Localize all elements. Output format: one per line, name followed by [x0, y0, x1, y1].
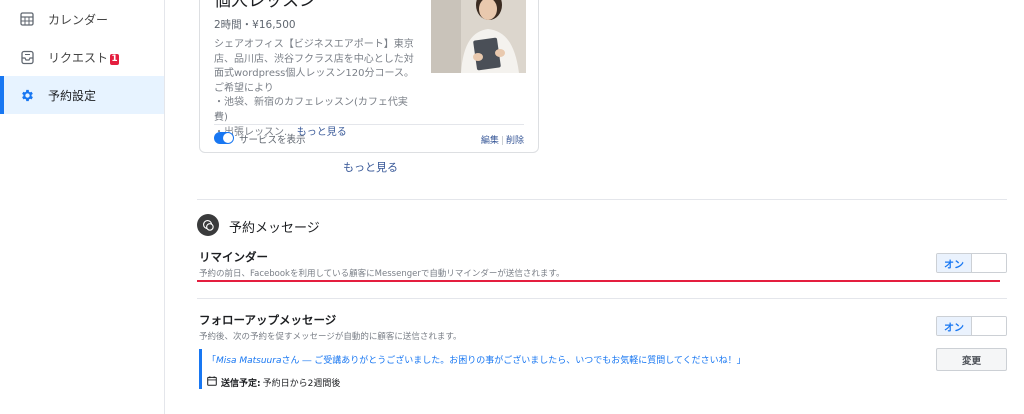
sidebar-item-label: カレンダー: [48, 12, 109, 27]
schedule-value: 予約日から2週間後: [262, 379, 341, 389]
on-option[interactable]: オン: [937, 317, 972, 335]
followup-switch[interactable]: オン: [936, 316, 1007, 336]
highlight-underline: [197, 280, 1000, 282]
service-card: 個人レッスン 2時間・¥16,500 シェアオフィス【ビジネスエアポート】東京店…: [199, 0, 539, 153]
sidebar-item-requests[interactable]: リクエスト 1: [0, 38, 164, 76]
inbox-icon: [19, 49, 35, 65]
active-indicator: [0, 76, 4, 114]
service-photo: [431, 0, 526, 73]
schedule-info: 送信予定: 予約日から2週間後: [207, 376, 340, 389]
followup-message-preview: 「Misa Matsuuraさん ― ご受講ありがとうございました。お困りの事が…: [207, 356, 746, 366]
separator: |: [500, 136, 504, 146]
notification-badge: 1: [110, 53, 120, 65]
off-option[interactable]: [972, 317, 1006, 335]
edit-link[interactable]: 編集: [481, 136, 499, 146]
section-title: 予約メッセージ: [229, 221, 320, 236]
customer-name: Misa Matsuura: [216, 356, 282, 366]
reminder-title: リマインダー: [199, 250, 268, 264]
service-title: 個人レッスン: [214, 0, 316, 11]
followup-description: 予約後、次の予約を促すメッセージが自動的に顧客に送信されます。: [199, 332, 462, 342]
show-service-label: サービスを表示: [239, 135, 306, 146]
sidebar-item-label: 予約設定: [48, 88, 97, 103]
off-option[interactable]: [972, 254, 1006, 272]
gear-icon: [19, 87, 35, 103]
followup-title: フォローアップメッセージ: [199, 313, 337, 327]
card-actions: 編集 | 削除: [481, 133, 524, 146]
divider: [197, 199, 1007, 200]
divider: [214, 124, 524, 125]
calendar-icon: [19, 11, 35, 27]
sidebar-item-booking-settings[interactable]: 予約設定: [0, 76, 164, 114]
message-quote-bar: [199, 349, 202, 389]
show-service-toggle[interactable]: [214, 132, 234, 144]
schedule-label: 送信予定:: [221, 379, 261, 389]
sidebar-item-label: リクエスト: [48, 50, 109, 65]
change-button[interactable]: 変更: [936, 348, 1007, 371]
reminder-description: 予約の前日、Facebookを利用している顧客にMessengerで自動リマイン…: [199, 269, 565, 279]
delete-link[interactable]: 削除: [506, 136, 524, 146]
sidebar-item-calendar[interactable]: カレンダー: [0, 0, 164, 38]
service-duration-price: 2時間・¥16,500: [214, 19, 296, 31]
show-more-link[interactable]: もっと見る: [343, 159, 398, 175]
messenger-icon: [197, 214, 219, 236]
calendar-icon: [207, 376, 217, 389]
divider: [197, 298, 1007, 299]
on-option[interactable]: オン: [937, 254, 972, 272]
sidebar: カレンダー リクエスト 1 予約設定: [0, 0, 165, 414]
reminder-switch[interactable]: オン: [936, 253, 1007, 273]
